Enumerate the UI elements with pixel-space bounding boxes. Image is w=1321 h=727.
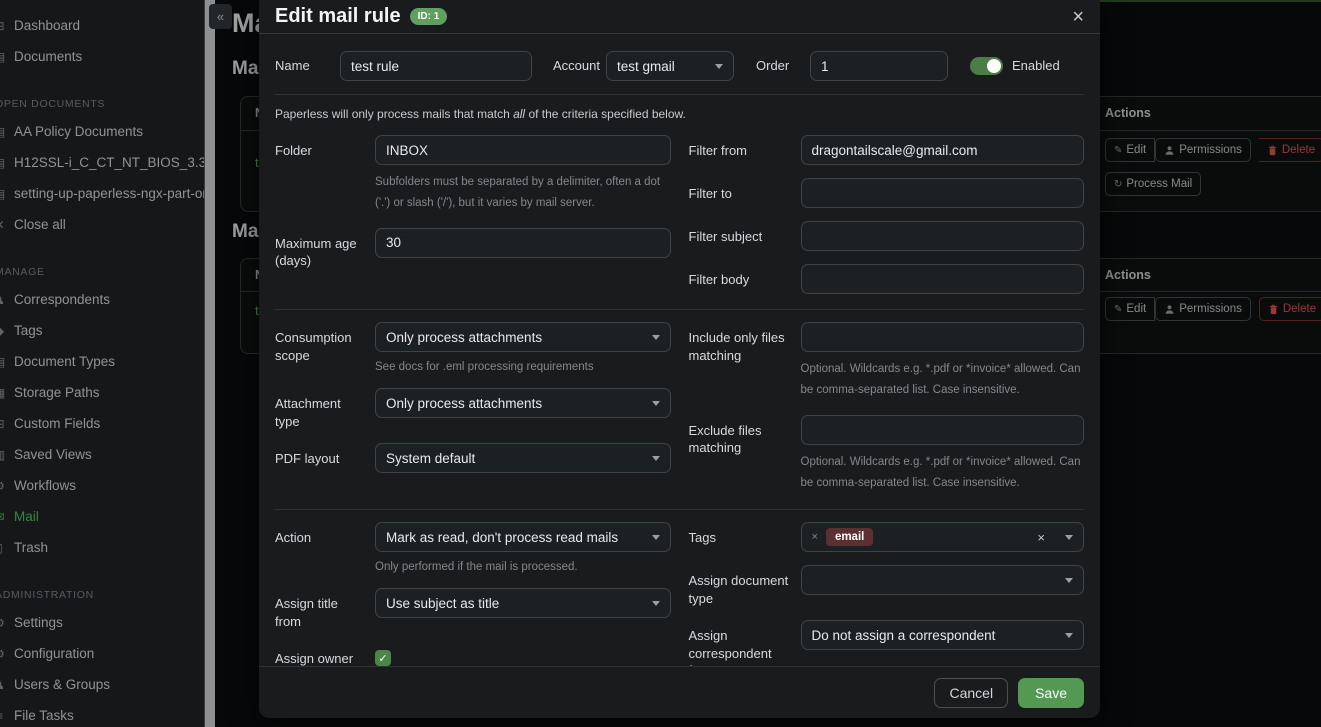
edit-mail-rule-modal: Edit mail rule ID: 1 × Name Account test… [259, 0, 1100, 718]
criteria-group: Folder Subfolders must be separated by a… [275, 135, 1084, 307]
attachment-type-select[interactable]: Only process attachments [375, 388, 671, 418]
filter-subject-input[interactable] [801, 221, 1085, 251]
top-fields-row: Name Account test gmail Order Enabled [275, 51, 1084, 81]
pdf-layout-label: PDF layout [275, 443, 375, 473]
close-icon[interactable]: × [1072, 7, 1084, 27]
tag-remove-icon[interactable]: × [812, 531, 818, 543]
order-label: Order [756, 57, 810, 75]
toggle-knob [987, 59, 1001, 73]
max-age-row: Maximum age (days) [275, 228, 671, 270]
max-age-label: Maximum age (days) [275, 228, 375, 270]
name-input[interactable] [340, 51, 532, 81]
consumption-scope-label: Consumption scope [275, 322, 375, 375]
chevron-down-icon [652, 601, 660, 606]
include-files-input[interactable] [801, 322, 1085, 352]
id-badge: ID: 1 [410, 8, 448, 25]
assign-doc-type-label: Assign document type [689, 565, 801, 607]
modal-footer: Cancel Save [259, 666, 1100, 718]
tags-select[interactable]: × email × [801, 522, 1085, 552]
consumption-scope-row: Consumption scope Only process attachmen… [275, 322, 671, 375]
assign-owner-checkbox[interactable]: ✓ [375, 650, 391, 666]
filter-body-row: Filter body [689, 264, 1085, 294]
filter-to-row: Filter to [689, 178, 1085, 208]
filter-from-input[interactable] [801, 135, 1085, 165]
attachment-type-row: Attachment type Only process attachments [275, 388, 671, 430]
filter-to-input[interactable] [801, 178, 1085, 208]
assign-owner-row: Assign owner from rule ✓ [275, 643, 671, 666]
folder-label: Folder [275, 135, 375, 215]
include-files-hint: Optional. Wildcards e.g. *.pdf or *invoi… [801, 359, 1085, 402]
filter-subject-label: Filter subject [689, 221, 801, 251]
chevron-down-icon [1065, 633, 1073, 638]
modal-title: Edit mail rule [275, 5, 401, 28]
assign-doc-type-select[interactable] [801, 565, 1085, 595]
account-label: Account [553, 57, 606, 75]
exclude-files-input[interactable] [801, 415, 1085, 445]
folder-hint: Subfolders must be separated by a delimi… [375, 172, 671, 215]
filter-subject-row: Filter subject [689, 221, 1085, 251]
enabled-label: Enabled [1012, 57, 1060, 75]
consumption-scope-select[interactable]: Only process attachments [375, 322, 671, 352]
attachment-type-label: Attachment type [275, 388, 375, 430]
account-select[interactable]: test gmail [606, 51, 734, 81]
chevron-down-icon [1065, 535, 1073, 540]
scope-hint: See docs for .eml processing requirement… [375, 359, 671, 375]
assign-doc-type-row: Assign document type [689, 565, 1085, 607]
processing-group: Consumption scope Only process attachmen… [275, 322, 1084, 507]
assign-title-row: Assign title from Use subject as title [275, 588, 671, 630]
cancel-button[interactable]: Cancel [934, 678, 1008, 708]
folder-input[interactable] [375, 135, 671, 165]
check-icon: ✓ [378, 652, 387, 665]
assign-owner-label: Assign owner from rule [275, 643, 375, 666]
chevron-down-icon [652, 456, 660, 461]
modal-body: Name Account test gmail Order Enabled Pa… [259, 34, 1100, 666]
pdf-layout-row: PDF layout System default [275, 443, 671, 473]
assign-correspondent-select[interactable]: Do not assign a correspondent [801, 620, 1085, 650]
filter-body-input[interactable] [801, 264, 1085, 294]
action-select[interactable]: Mark as read, don't process read mails [375, 522, 671, 552]
tags-row: Tags × email × [689, 522, 1085, 552]
tag-chip-email: email [826, 528, 873, 546]
tags-label: Tags [689, 522, 801, 552]
assign-correspondent-row: Assign correspondent from Do not assign … [689, 620, 1085, 666]
name-label: Name [275, 57, 340, 75]
exclude-files-label: Exclude files matching [689, 415, 801, 495]
chevron-down-icon [715, 64, 723, 69]
action-row: Action Mark as read, don't process read … [275, 522, 671, 575]
action-hint: Only performed if the mail is processed. [375, 559, 671, 575]
chevron-down-icon [652, 335, 660, 340]
filter-from-row: Filter from [689, 135, 1085, 165]
pdf-layout-select[interactable]: System default [375, 443, 671, 473]
assign-title-select[interactable]: Use subject as title [375, 588, 671, 618]
assign-correspondent-label: Assign correspondent from [689, 620, 801, 666]
include-files-label: Include only files matching [689, 322, 801, 402]
assign-title-label: Assign title from [275, 588, 375, 630]
exclude-files-row: Exclude files matching Optional. Wildcar… [689, 415, 1085, 495]
filter-body-label: Filter body [689, 264, 801, 294]
assignment-group: Action Mark as read, don't process read … [275, 522, 1084, 666]
criteria-text: Paperless will only process mails that m… [275, 107, 1084, 121]
filter-to-label: Filter to [689, 178, 801, 208]
order-input[interactable] [810, 51, 948, 81]
modal-header: Edit mail rule ID: 1 × [259, 0, 1100, 34]
chevron-down-icon [652, 401, 660, 406]
tags-clear-icon[interactable]: × [1037, 530, 1045, 545]
max-age-input[interactable] [375, 228, 671, 258]
action-label: Action [275, 522, 375, 575]
filter-from-label: Filter from [689, 135, 801, 165]
chevron-down-icon [652, 535, 660, 540]
exclude-files-hint: Optional. Wildcards e.g. *.pdf or *invoi… [801, 452, 1085, 495]
save-button[interactable]: Save [1018, 678, 1084, 708]
enabled-toggle[interactable] [970, 57, 1003, 75]
chevron-down-icon [1065, 578, 1073, 583]
include-files-row: Include only files matching Optional. Wi… [689, 322, 1085, 402]
folder-row: Folder Subfolders must be separated by a… [275, 135, 671, 215]
